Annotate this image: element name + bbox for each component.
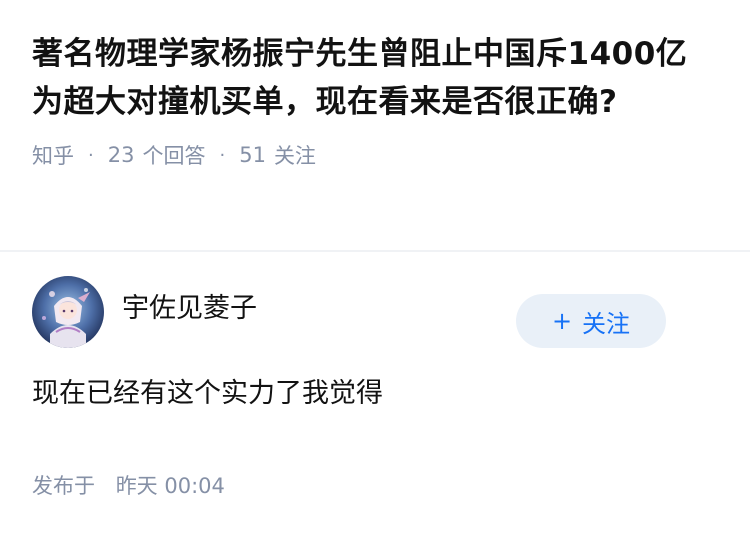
answer-card: 宇佐见菱子 + 关注 现在已经有这个实力了我觉得 发布于 昨天 00:04 xyxy=(0,252,750,500)
follow-count-label: 关注 xyxy=(273,144,316,168)
question-title[interactable]: 著名物理学家杨振宁先生曾阻止中国斥1400亿为超大对撞机买单，现在看来是否很正确… xyxy=(32,30,718,126)
publish-label: 发布于 xyxy=(32,474,95,498)
follow-count: 51 xyxy=(239,143,266,167)
anime-avatar-icon xyxy=(32,276,104,348)
meta-separator: · xyxy=(219,144,226,166)
author-name[interactable]: 宇佐见菱子 xyxy=(122,286,257,325)
plus-icon: + xyxy=(551,307,573,335)
avatar[interactable] xyxy=(32,276,104,348)
follow-button-label: 关注 xyxy=(582,309,631,338)
author-row: 宇佐见菱子 + 关注 xyxy=(32,252,718,364)
answer-count-label: 个回答 xyxy=(142,144,206,168)
zhihu-question-page: 著名物理学家杨振宁先生曾阻止中国斥1400亿为超大对撞机买单，现在看来是否很正确… xyxy=(0,0,750,534)
answer-timestamp: 发布于 昨天 00:04 xyxy=(32,470,718,500)
source-label[interactable]: 知乎 xyxy=(32,140,74,170)
follow-button[interactable]: + 关注 xyxy=(516,294,666,348)
question-header: 著名物理学家杨振宁先生曾阻止中国斥1400亿为超大对撞机买单，现在看来是否很正确… xyxy=(0,0,750,220)
answer-count: 23 xyxy=(107,143,135,167)
question-meta: 知乎 · 23 个回答 · 51 关注 xyxy=(32,140,718,170)
meta-separator: · xyxy=(88,144,94,166)
answer-content[interactable]: 现在已经有这个实力了我觉得 xyxy=(32,374,718,414)
publish-time: 昨天 00:04 xyxy=(115,474,225,498)
